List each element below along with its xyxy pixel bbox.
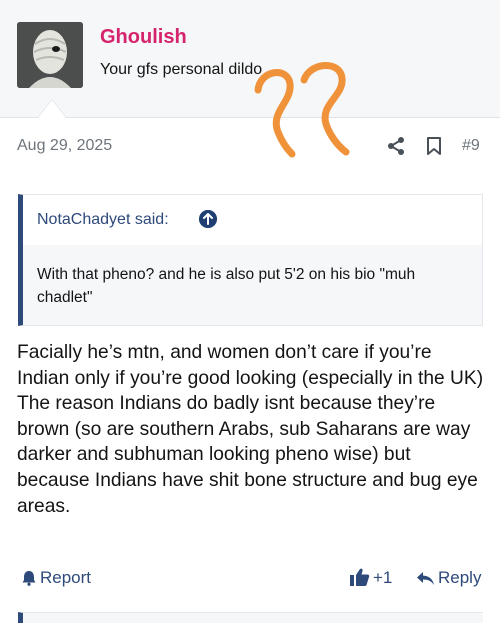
post-body: Facially he’s mtn, and women don’t care … <box>17 342 484 517</box>
jump-to-quote-icon[interactable] <box>199 210 217 228</box>
reply-arrow-icon[interactable] <box>416 571 435 586</box>
quote-text: With that pheno? and he is also put 5'2 … <box>37 266 416 306</box>
like-count[interactable]: +1 <box>373 568 392 588</box>
post-date[interactable]: Aug 29, 2025 <box>17 137 112 155</box>
quote-header: NotaChadyet said: <box>23 195 482 245</box>
report-link[interactable]: Report <box>40 568 91 588</box>
quote-author[interactable]: NotaChadyet said: <box>37 211 169 229</box>
quote-block: NotaChadyet said: With that pheno? and h… <box>18 194 483 326</box>
report-bell-icon[interactable] <box>21 570 37 586</box>
like-thumbs-up-icon[interactable] <box>349 567 370 587</box>
reply-button[interactable]: Reply <box>438 568 481 588</box>
share-icon[interactable] <box>386 136 406 156</box>
user-arrow <box>38 100 66 118</box>
avatar-image <box>17 22 83 88</box>
bookmark-icon[interactable] <box>426 136 442 156</box>
post-meta: Aug 29, 2025 #9 <box>0 130 500 162</box>
username[interactable]: Ghoulish <box>100 26 187 49</box>
user-title: Your gfs personal dildo <box>100 61 263 78</box>
post-number[interactable]: #9 <box>462 137 480 155</box>
avatar[interactable] <box>17 22 83 88</box>
post-actions: Report +1 Reply <box>0 563 500 593</box>
next-post-quote-edge <box>18 612 483 623</box>
